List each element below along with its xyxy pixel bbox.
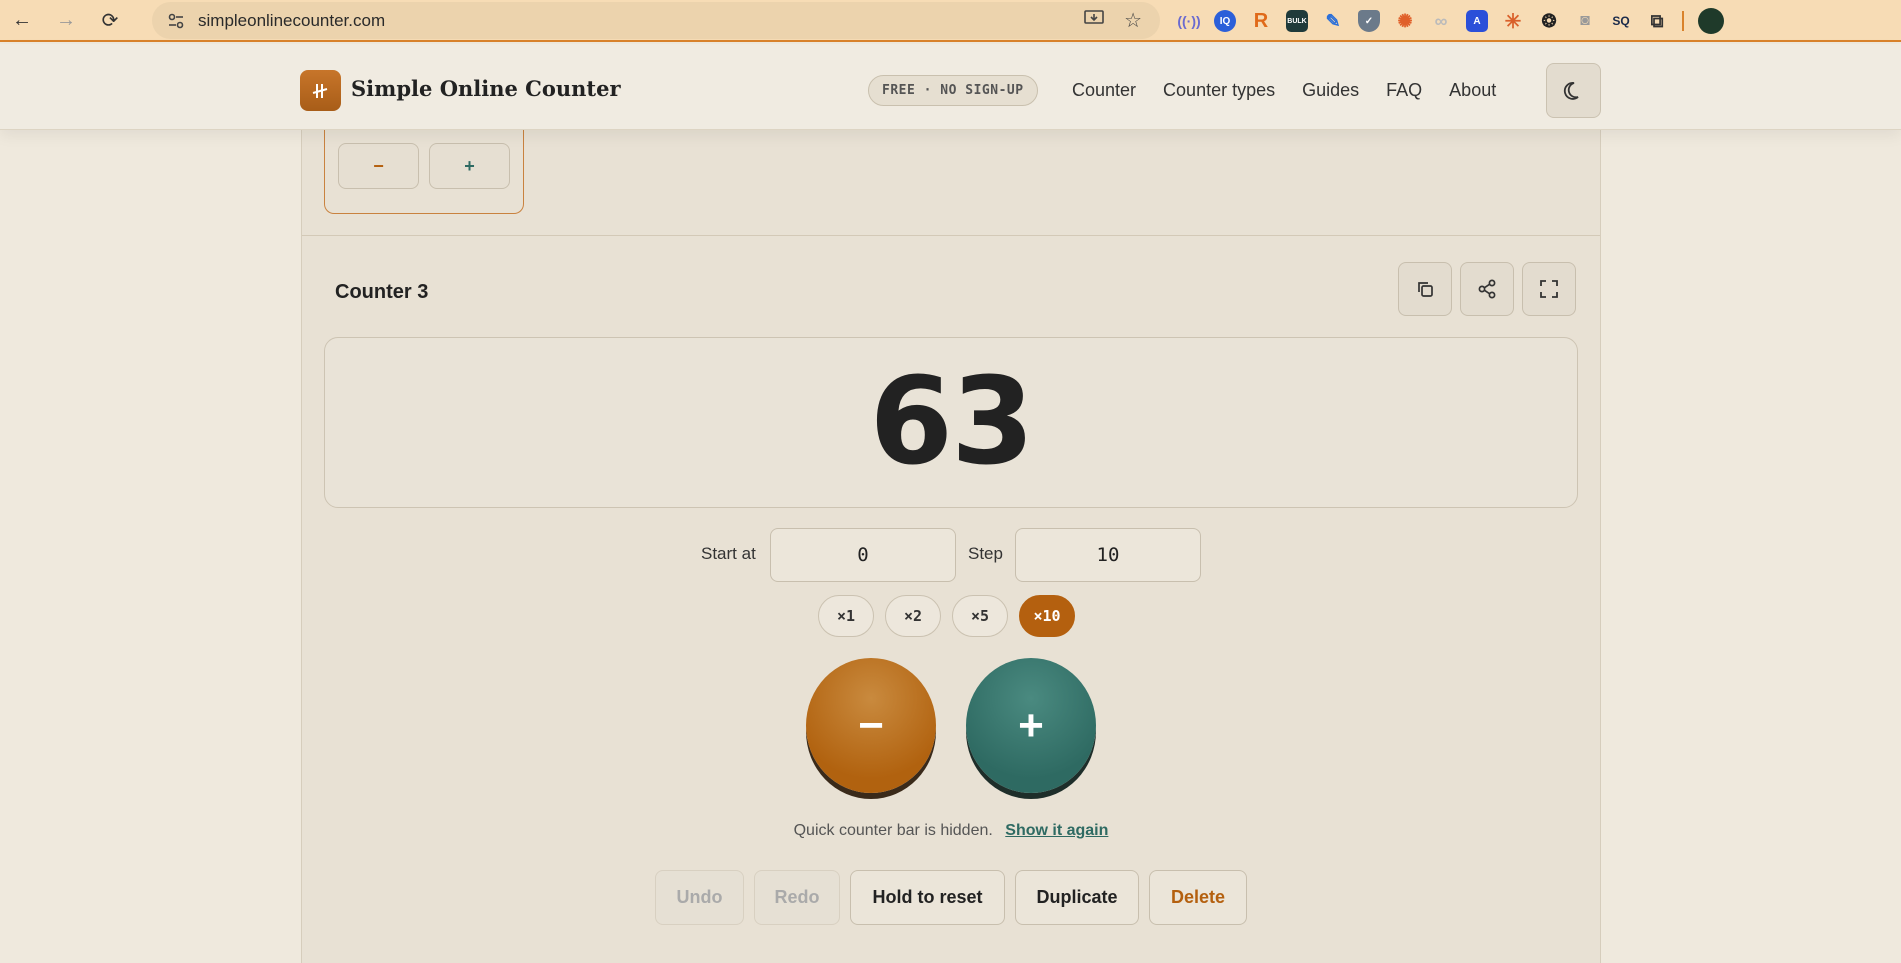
theme-toggle-button[interactable]: [1546, 63, 1601, 118]
multiplier-x5-button[interactable]: ×5: [952, 595, 1008, 637]
counter-value: 63: [869, 353, 1035, 492]
quick-bar-text: Quick counter bar is hidden.: [793, 822, 993, 839]
redo-button[interactable]: Redo: [754, 870, 840, 925]
decrement-button[interactable]: −: [806, 658, 936, 793]
nav-counter-types[interactable]: Counter types: [1163, 80, 1275, 101]
extension-icon[interactable]: ((·)): [1177, 10, 1200, 32]
nav-faq[interactable]: FAQ: [1386, 80, 1422, 101]
extension-icon[interactable]: R: [1250, 10, 1272, 32]
reload-icon[interactable]: ⟳: [88, 0, 132, 41]
nav-guides[interactable]: Guides: [1302, 80, 1359, 101]
main-nav: Counter Counter types Guides FAQ About: [1072, 80, 1496, 101]
counter-title[interactable]: Counter 3: [335, 281, 428, 304]
extension-icon[interactable]: ◙: [1574, 10, 1596, 32]
multiplier-x10-button[interactable]: ×10: [1019, 595, 1075, 637]
extension-icon[interactable]: ✺: [1394, 10, 1416, 32]
hold-to-reset-button[interactable]: Hold to reset: [850, 870, 1005, 925]
extension-icon[interactable]: ∞: [1430, 10, 1452, 32]
tally-logo-icon[interactable]: [300, 70, 341, 111]
multiplier-x1-button[interactable]: ×1: [818, 595, 874, 637]
fullscreen-button[interactable]: [1522, 262, 1576, 316]
extension-icon[interactable]: ✎: [1322, 10, 1344, 32]
extension-icon[interactable]: ❂: [1538, 10, 1560, 32]
forward-icon[interactable]: →: [44, 0, 88, 41]
prev-decrement-button[interactable]: −: [338, 143, 419, 189]
extension-icon[interactable]: ✳: [1502, 10, 1524, 33]
site-info-icon[interactable]: [158, 12, 194, 30]
fullscreen-icon: [1540, 280, 1558, 298]
previous-counter-card: − +: [324, 120, 524, 214]
moon-icon: [1563, 81, 1579, 100]
copy-button[interactable]: [1398, 262, 1452, 316]
extensions-bar: ((·)) IQ R BULK ✎ ✓ ✺ ∞ A ✳ ❂ ◙ SQ ⧉: [1177, 0, 1724, 42]
delete-button[interactable]: Delete: [1149, 870, 1247, 925]
bookmark-star-icon[interactable]: ☆: [1124, 8, 1142, 33]
browser-toolbar: ← → ⟳ simpleonlinecounter.com ☆ ((·)) IQ…: [0, 0, 1901, 42]
counter-display: 63: [324, 337, 1578, 508]
increment-button[interactable]: +: [966, 658, 1096, 793]
multiplier-x2-button[interactable]: ×2: [885, 595, 941, 637]
profile-avatar[interactable]: [1698, 8, 1724, 34]
share-icon: [1478, 279, 1496, 299]
counter-section: − + Counter 3 63 Start at Step ×1 ×2 ×5 …: [301, 120, 1601, 963]
copy-icon: [1418, 282, 1433, 297]
toolbar-divider: [1682, 11, 1684, 31]
prev-increment-button[interactable]: +: [429, 143, 510, 189]
free-badge: FREE · NO SIGN-UP: [868, 75, 1038, 106]
nav-counter[interactable]: Counter: [1072, 80, 1136, 101]
start-at-label: Start at: [701, 544, 756, 563]
back-icon[interactable]: ←: [0, 0, 44, 41]
step-label: Step: [968, 544, 1003, 563]
extension-icon[interactable]: BULK: [1286, 10, 1308, 32]
site-header: Simple Online Counter FREE · NO SIGN-UP …: [0, 44, 1901, 130]
section-divider: [302, 235, 1600, 236]
brand-name[interactable]: Simple Online Counter: [351, 76, 621, 101]
show-quick-bar-link[interactable]: Show it again: [1005, 822, 1108, 839]
extension-icon[interactable]: IQ: [1214, 10, 1236, 32]
extension-icon[interactable]: A: [1466, 10, 1488, 32]
address-bar[interactable]: simpleonlinecounter.com ☆: [152, 2, 1160, 39]
duplicate-button[interactable]: Duplicate: [1015, 870, 1139, 925]
extension-icon[interactable]: SQ: [1610, 10, 1632, 32]
nav-about[interactable]: About: [1449, 80, 1496, 101]
step-input[interactable]: [1015, 528, 1201, 582]
url-text[interactable]: simpleonlinecounter.com: [198, 11, 385, 31]
share-button[interactable]: [1460, 262, 1514, 316]
undo-button[interactable]: Undo: [655, 870, 744, 925]
quick-bar-notice: Quick counter bar is hidden. Show it aga…: [302, 822, 1600, 840]
extensions-puzzle-icon[interactable]: ⧉: [1646, 10, 1668, 32]
install-app-icon[interactable]: [1084, 9, 1104, 32]
start-at-input[interactable]: [770, 528, 956, 582]
extension-icon[interactable]: ✓: [1358, 10, 1380, 32]
